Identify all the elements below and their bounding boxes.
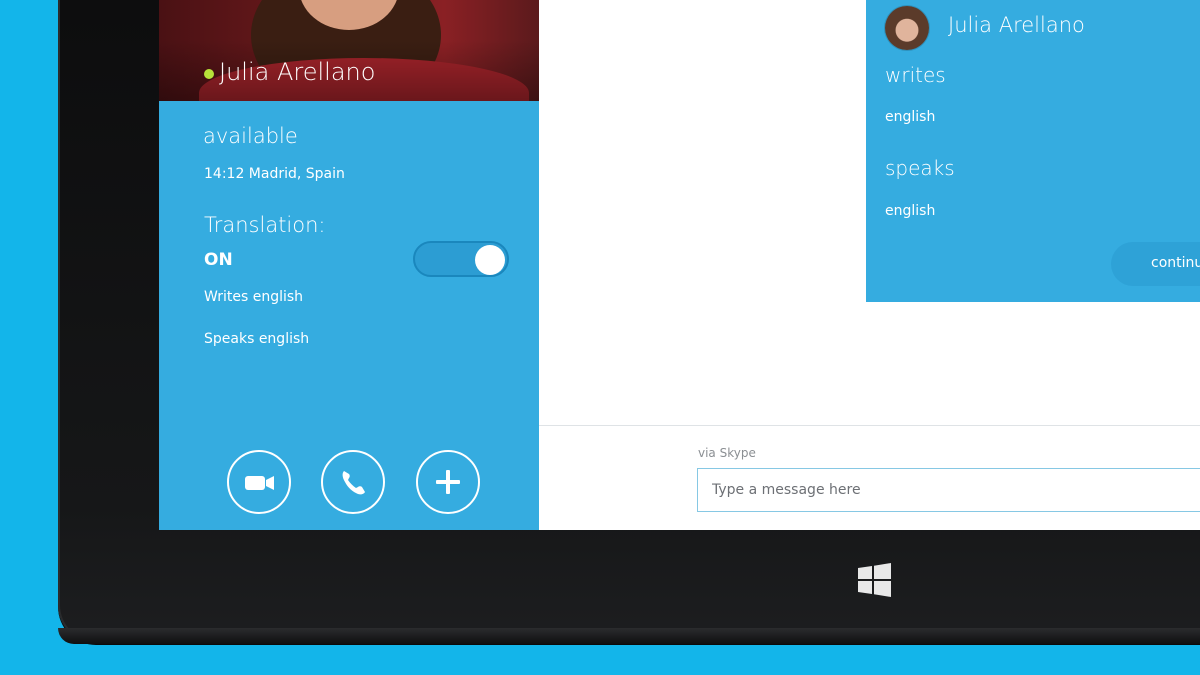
speaks-value: english — [885, 203, 936, 219]
local-time: 14:12 Madrid, Spain — [204, 166, 345, 182]
windows-logo-icon[interactable] — [858, 563, 892, 597]
contact-panel: Julia Arellano available 14:12 Madrid, S… — [159, 0, 539, 530]
avatar — [885, 6, 929, 50]
contact-photo: Julia Arellano — [159, 0, 539, 101]
composer-divider — [539, 425, 1200, 426]
presence-dot — [204, 69, 214, 79]
translation-title: Translation: — [204, 213, 326, 237]
translation-state: ON — [204, 250, 233, 270]
plus-icon — [436, 470, 460, 494]
video-call-button[interactable] — [227, 450, 291, 514]
speaks-heading: speaks — [885, 156, 955, 180]
audio-call-button[interactable] — [321, 450, 385, 514]
video-camera-icon — [245, 476, 274, 490]
translation-toggle[interactable] — [413, 241, 509, 277]
language-card: Julia Arellano writes english speaks eng… — [866, 0, 1200, 302]
card-contact-name: Julia Arellano — [948, 13, 1085, 37]
via-label: via Skype — [698, 446, 756, 460]
writes-value: english — [885, 109, 936, 125]
add-button[interactable] — [416, 450, 480, 514]
availability-status: available — [203, 124, 298, 148]
phone-icon — [342, 471, 365, 495]
speaks-language: Speaks english — [204, 331, 310, 347]
continue-button[interactable]: continue — [1111, 242, 1200, 286]
writes-language: Writes english — [204, 289, 304, 305]
tablet-edge — [58, 628, 1200, 644]
message-input[interactable] — [697, 468, 1200, 512]
contact-name: Julia Arellano — [219, 58, 376, 86]
writes-heading: writes — [885, 63, 946, 87]
app-screen: Julia Arellano available 14:12 Madrid, S… — [159, 0, 1200, 530]
toggle-knob — [475, 245, 505, 275]
